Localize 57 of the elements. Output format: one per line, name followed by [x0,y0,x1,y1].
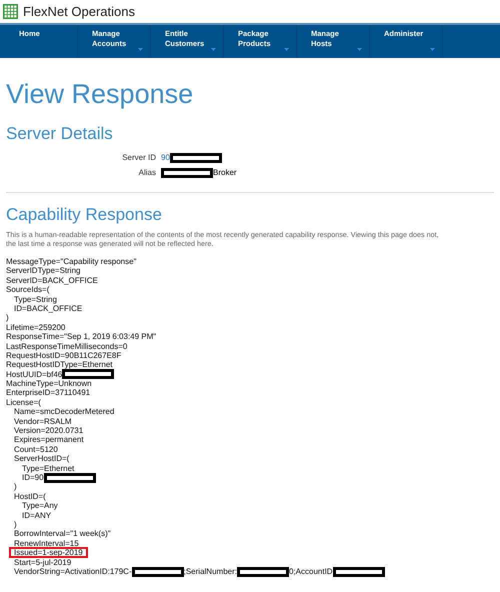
section-heading: Server Details [6,124,114,144]
field-label: Server ID [121,152,157,164]
response-line-text: Count=5120 [14,444,58,454]
redaction-box [170,152,222,162]
page-title: View Response [6,78,194,110]
redaction-box [62,369,114,380]
closing-paren: ) [6,313,9,323]
redaction-box [161,168,213,178]
caret-icon [430,48,435,51]
redaction-box [332,566,385,577]
response-line-text: LastResponseTimeMilliseconds=0 [6,342,128,351]
response-line-text: Broker [213,166,237,178]
response-line-text: ResponseTime="Sep 1, 2019 6:03:49 PM" [6,332,156,342]
response-line-text: ServerID=BACK_OFFICE [6,276,98,286]
response-line-text: Lifetime=259200 [6,322,66,332]
response-line-text: Name=smcDecoderMetered [14,407,114,417]
response-line-text: 0;AccountID [288,566,333,576]
redaction-box [44,472,96,483]
response-line-text: HostID=( [14,492,46,502]
response-line-text: BorrowInterval="1 week(s)" [14,529,111,539]
response-line-text: ;SerialNumber: [184,566,237,576]
closing-paren: ) [14,520,17,530]
response-line-text: Version=2020.0731 [14,426,84,436]
caret-icon [357,48,362,51]
field-label: Alias [138,166,157,178]
logo-icon [3,4,18,19]
section-heading: Capability Response [6,205,163,225]
response-line-text: Type=Any [22,501,58,511]
response-line-text: ID=ANY [22,510,52,520]
server-id-link[interactable]: 90 [161,152,170,164]
redaction-box [236,566,289,577]
response-line-text: ServerIDType=String [6,266,80,276]
response-line-text: RequestHostID=90B11C267E8F [6,350,122,360]
caret-icon [284,48,289,51]
response-line-text: License=( [6,398,41,408]
response-line-text: MessageType="Capability response" [6,257,136,266]
response-line-text: Issued=1-sep-2019 [14,548,83,558]
closing-paren: ) [14,482,17,492]
response-line-text: EnterpriseID=37110491 [6,388,90,398]
app-title: FlexNet Operations [23,2,135,21]
response-line-text: HostUUID=bf46 [6,370,62,380]
response-line-text: ServerHostID=( [14,454,70,464]
response-line-text: Expires=permanent [14,435,84,445]
response-line-text: ID=BACK_OFFICE [14,304,82,314]
response-line-text: SourceIds=( [6,285,50,295]
response-line-text: Type=Ethernet [22,464,74,473]
caret-icon [138,48,143,51]
response-line-text: RequestHostIDType=Ethernet [6,360,113,370]
response-line-text: VendorString=ActivationID:179C- [14,566,132,576]
response-line-text: ID=90 [22,472,44,482]
response-line-text: Start=5-jul-2019 [14,558,72,567]
caret-icon [211,48,216,51]
response-line-text: Type=String [14,294,57,304]
response-line-text: Vendor=RSALM [14,416,72,426]
redaction-box [132,566,184,577]
response-line-text: RenewInterval=15 [14,538,79,548]
response-line-text: MachineType=Unknown [6,379,92,388]
